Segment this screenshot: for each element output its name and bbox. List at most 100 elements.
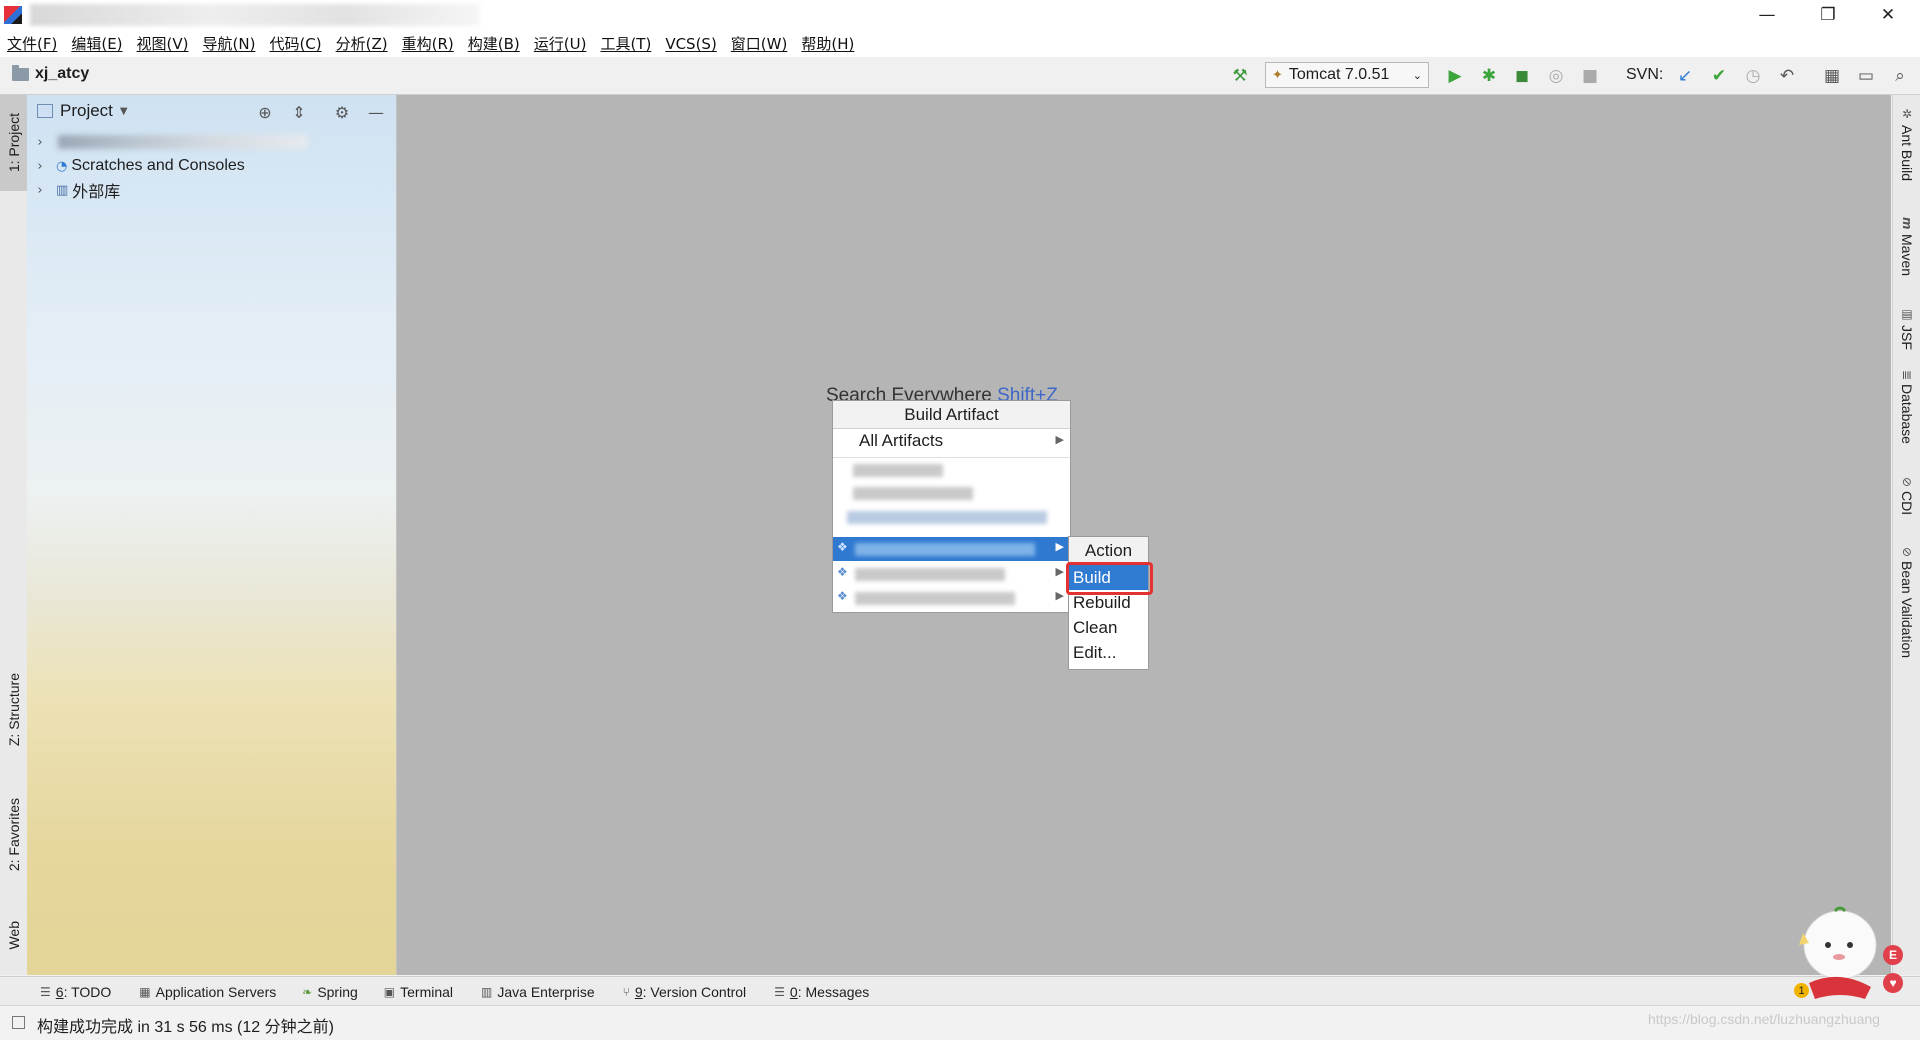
locate-icon[interactable]: ⊕ [255,102,275,122]
status-bar: 构建成功完成 in 31 s 56 ms (12 分钟之前) [0,1005,1920,1040]
status-toggle-icon[interactable] [12,1016,25,1029]
stop-icon[interactable]: ■ [1578,64,1602,88]
run-icon[interactable]: ▶ [1443,64,1467,88]
tree-item-project-root[interactable]: › [27,130,308,154]
artifact-item[interactable]: ❖ ▶ [833,562,1070,586]
server-icon: ▦ [139,984,151,999]
tool-application-servers[interactable]: ▦ Application Servers [139,984,276,1000]
menu-view[interactable]: 视图(V) [130,33,196,54]
menu-bar: 文件(F) 编辑(E) 视图(V) 导航(N) 代码(C) 分析(Z) 重构(R… [0,30,1920,57]
title-bar: — ❐ ✕ [0,0,1920,30]
tab-maven[interactable]: m Maven [1893,217,1920,276]
close-button[interactable]: ✕ [1861,0,1915,30]
redacted-artifact-name [847,511,1047,524]
scratches-icon: ◔ [56,158,68,174]
menu-window[interactable]: 窗口(W) [724,33,795,54]
menu-analyze[interactable]: 分析(Z) [329,33,395,54]
minimize-button[interactable]: — [1740,0,1794,30]
dropdown-arrow-icon: ▼ [119,105,128,117]
artifact-item[interactable] [833,457,1070,482]
tab-structure[interactable]: Z: Structure [0,660,27,760]
tab-database[interactable]: ≣ Database [1893,370,1920,444]
library-icon: ▥ [56,182,69,198]
svn-commit-icon[interactable]: ✔ [1707,64,1731,88]
search-icon[interactable]: ⌕ [1888,64,1912,88]
run-config-label: Tomcat 7.0.51 [1288,66,1390,83]
menu-edit[interactable]: 编辑(E) [64,33,129,54]
chevron-right-icon: › [37,158,43,174]
tool-spring[interactable]: ❧ Spring [302,984,358,1000]
menu-vcs[interactable]: VCS(S) [658,35,723,53]
todo-icon: ☰ [40,984,51,999]
tool-todo[interactable]: ☰ 6: TODO [40,984,111,1000]
tab-favorites[interactable]: 2: Favorites [0,785,27,885]
project-structure-icon[interactable]: ▦ [1820,64,1844,88]
tool-version-control[interactable]: ⑂ 9: Version Control [623,984,747,1000]
annotation-highlight-box [1066,562,1153,595]
project-panel: Project ▼ ⊕ ⇕ ⚙ — › › ◔ Scratches and Co… [27,95,397,975]
tab-web[interactable]: Web [0,905,27,965]
menu-tools[interactable]: 工具(T) [593,33,658,54]
debug-icon[interactable]: ✱ [1477,64,1501,88]
menu-build[interactable]: 构建(B) [461,33,527,54]
database-icon: ≣ [1900,370,1914,381]
project-name: xj_atcy [35,65,90,82]
bean-validation-icon: ⊘ [1900,547,1914,558]
profile-icon[interactable]: ◎ [1544,64,1568,88]
action-clean[interactable]: Clean [1069,615,1148,640]
intellij-logo-icon [4,6,22,24]
tree-item-scratches[interactable]: › ◔ Scratches and Consoles [27,154,244,178]
submenu-arrow-icon: ▶ [1055,565,1064,578]
menu-refactor[interactable]: 重构(R) [395,33,461,54]
chevron-right-icon: › [37,182,43,198]
all-artifacts-label: All Artifacts [859,431,944,450]
submenu-arrow-icon: ▶ [1055,433,1064,446]
artifact-item-selected[interactable]: ❖ ▶ [833,537,1070,561]
artifact-item[interactable] [833,481,1070,505]
tree-item-external-libraries[interactable]: › ▥ 外部库 [27,178,120,202]
gear-icon[interactable]: ⚙ [332,102,352,122]
popup-title: Action [1069,537,1148,564]
project-view-selector[interactable]: Project ▼ [37,101,128,121]
menu-help[interactable]: 帮助(H) [794,33,861,54]
artifact-item[interactable]: ❖ ▶ [833,586,1070,610]
ant-icon: ✲ [1900,107,1914,121]
menu-navigate[interactable]: 导航(N) [196,33,263,54]
tool-java-enterprise[interactable]: ▥ Java Enterprise [481,984,595,1000]
svn-update-icon[interactable]: ↙ [1673,64,1697,88]
tab-ant-build[interactable]: ✲ Ant Build [1893,107,1920,181]
svn-history-icon[interactable]: ◷ [1741,64,1765,88]
redacted-artifact-name [853,487,973,500]
spring-icon: ❧ [302,984,313,999]
tab-cdi[interactable]: ⊘ CDI [1893,477,1920,515]
tab-jsf[interactable]: ▤ JSF [1893,307,1920,350]
tool-terminal[interactable]: ▣ Terminal [384,984,453,1000]
build-hammer-icon[interactable]: ⚒ [1228,64,1252,88]
popup-title: Build Artifact [833,401,1070,429]
artifact-item[interactable] [833,505,1070,529]
tab-project[interactable]: 1: Project [0,95,27,191]
action-edit[interactable]: Edit... [1069,640,1148,665]
project-panel-title: Project [60,101,113,120]
redacted-artifact-name [853,464,943,477]
restore-button[interactable]: ❐ [1801,0,1855,30]
action-popup: Action Build Rebuild Clean Edit... [1068,536,1149,670]
menu-file[interactable]: 文件(F) [0,33,64,54]
run-configuration-dropdown[interactable]: ✦ Tomcat 7.0.51 ⌄ [1265,62,1429,88]
mascot-badge-e-icon: E [1883,945,1903,965]
tool-messages[interactable]: ☰ 0: Messages [774,984,869,1000]
hide-panel-icon[interactable]: — [366,102,386,122]
tool-window-icon[interactable]: ▭ [1854,64,1878,88]
menu-code[interactable]: 代码(C) [262,33,328,54]
submenu-arrow-icon: ▶ [1055,540,1064,553]
collapse-all-icon[interactable]: ⇕ [289,102,309,122]
svn-revert-icon[interactable]: ↶ [1775,64,1799,88]
breadcrumb[interactable]: xj_atcy [12,64,90,83]
menu-run[interactable]: 运行(U) [527,33,594,54]
svn-label: SVN: [1626,66,1664,83]
all-artifacts-item[interactable]: All Artifacts ▶ [833,430,1070,454]
coverage-icon[interactable]: ◼ [1510,64,1534,88]
redacted-project-name [58,135,308,149]
status-message: 构建成功完成 in 31 s 56 ms (12 分钟之前) [37,1019,334,1036]
tab-bean-validation[interactable]: ⊘ Bean Validation [1893,547,1920,658]
